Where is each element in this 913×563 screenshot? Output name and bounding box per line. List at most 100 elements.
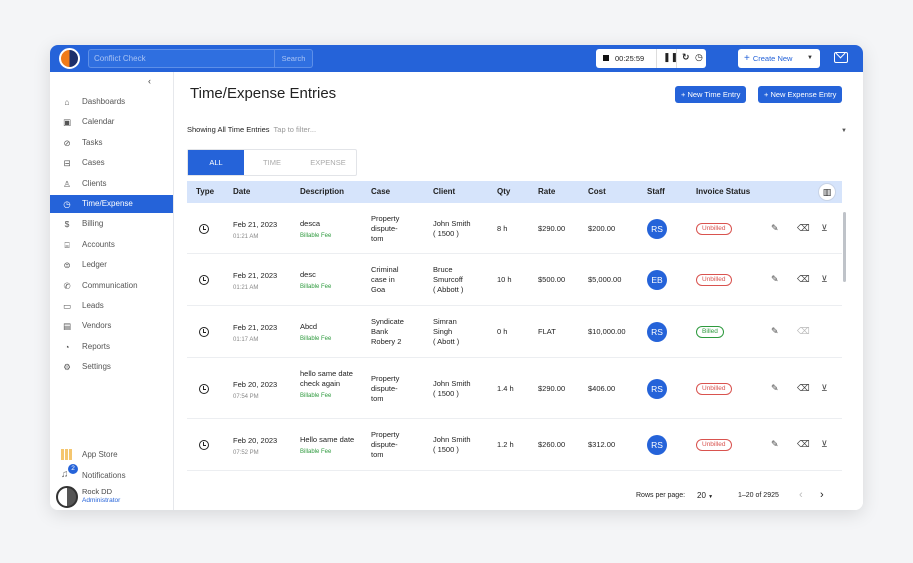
column-header[interactable]: Staff <box>647 181 665 203</box>
status-badge: Unbilled <box>696 274 732 286</box>
sidebar-item-reports[interactable]: ◔ Reports <box>50 338 173 356</box>
sidebar-item-settings[interactable]: ⚙ Settings <box>50 358 173 376</box>
sidebar-item-ledger[interactable]: ⊜ Ledger <box>50 256 173 274</box>
billable-fee-label: Billable Fee <box>300 284 332 290</box>
column-header[interactable]: Client <box>433 181 455 203</box>
entry-cost: $10,000.00 <box>588 327 626 336</box>
entry-rate: FLAT <box>538 327 556 336</box>
entry-client[interactable]: John Smith( 1500 ) <box>433 219 471 239</box>
user-profile[interactable]: Rock DD Administrator <box>50 486 173 508</box>
entry-client[interactable]: Simran Singh( Abott ) <box>433 317 459 347</box>
entry-client[interactable]: John Smith( 1500 ) <box>433 379 471 399</box>
collapse-sidebar-icon[interactable]: ‹ <box>148 76 151 86</box>
rows-per-page-value: 20 <box>697 491 706 500</box>
sidebar-item-communication[interactable]: ✆ Communication <box>50 277 173 295</box>
delete-icon[interactable]: ⌫ <box>797 274 810 285</box>
sidebar-item-tasks[interactable]: ⊘ Tasks <box>50 134 173 152</box>
edit-icon[interactable]: ✎ <box>771 383 779 394</box>
timer-value: 00:25:59 <box>615 54 645 63</box>
table-header: Type Date Description Case Client Qty Ra… <box>187 181 842 203</box>
tab-all[interactable]: ALL <box>188 150 244 175</box>
check-circle-icon: ⊘ <box>63 137 71 148</box>
sidebar-item-vendors[interactable]: ▤ Vendors <box>50 317 173 335</box>
new-expense-entry-button[interactable]: + New Expense Entry <box>758 86 843 103</box>
sidebar-item-label: Vendors <box>82 321 112 331</box>
column-header[interactable]: Qty <box>497 181 510 203</box>
sidebar-item-billing[interactable]: $ Billing <box>50 215 173 233</box>
sidebar-item-accounts[interactable]: ⌸ Accounts <box>50 236 173 254</box>
column-header[interactable]: Invoice Status <box>696 181 750 203</box>
table-row[interactable]: Feb 21, 2023 01:21 AM desc Billable Fee Crim… <box>187 254 842 306</box>
entry-case[interactable]: Property dispute-tom <box>371 374 399 404</box>
entry-client[interactable]: John Smith( 1500 ) <box>433 435 471 455</box>
clock-icon[interactable]: ◷ <box>695 52 703 63</box>
sidebar-item-cases[interactable]: ⊟ Cases <box>50 154 173 172</box>
create-new-label: Create New <box>752 54 793 63</box>
reset-icon[interactable]: ↻ <box>682 52 690 63</box>
create-new-button[interactable]: + Create New ▼ <box>738 49 820 68</box>
entry-case[interactable]: Property dispute-tom <box>371 430 399 460</box>
invoice-icon[interactable]: ⊻ <box>821 383 828 394</box>
table-row[interactable]: Feb 21, 2023 01:21 AM desca Billable Fee Pro… <box>187 203 842 254</box>
entry-case[interactable]: Criminal case in Goa <box>371 265 399 295</box>
delete-icon[interactable]: ⌫ <box>797 439 810 450</box>
sidebar-item-time-expense[interactable]: ◷ Time/Expense <box>50 195 173 213</box>
conflict-check-input[interactable]: Conflict Check <box>88 49 275 68</box>
edit-icon[interactable]: ✎ <box>771 439 779 450</box>
filter-input[interactable]: Tap to filter... <box>274 125 317 134</box>
column-header[interactable]: Date <box>233 181 250 203</box>
column-header[interactable]: Cost <box>588 181 606 203</box>
sidebar-item-clients[interactable]: ♙ Clients <box>50 175 173 193</box>
app-logo[interactable] <box>59 48 80 69</box>
cell-line: Robery 2 <box>371 337 402 346</box>
caret-down-icon[interactable]: ▼ <box>841 128 847 134</box>
entry-qty: 0 h <box>497 327 508 336</box>
delete-icon[interactable]: ⌫ <box>797 223 810 234</box>
scrollbar[interactable] <box>843 212 846 282</box>
entry-date: Feb 20, 2023 07:52 PM <box>233 436 277 458</box>
rows-per-page-select[interactable]: 20 ▼ <box>697 491 713 500</box>
notifications-link[interactable]: ♫ 2 Notifications <box>50 464 173 482</box>
chevron-left-icon[interactable]: ‹ <box>799 489 803 501</box>
entry-case[interactable]: Property dispute-tom <box>371 214 399 244</box>
entry-rate: $500.00 <box>538 275 566 284</box>
tab-time[interactable]: TIME <box>244 150 300 175</box>
column-header[interactable]: Case <box>371 181 390 203</box>
entry-description: desca Billable Fee <box>300 219 360 241</box>
table-row[interactable]: Feb 20, 2023 07:52 PM Hello same date Billa… <box>187 419 842 471</box>
entry-case[interactable]: Syndicate Bank Robery 2 <box>371 317 404 347</box>
columns-icon[interactable]: ▥ <box>818 183 836 201</box>
stop-icon[interactable] <box>603 55 609 61</box>
invoice-icon[interactable]: ⊻ <box>821 439 828 450</box>
tab-expense[interactable]: EXPENSE <box>300 150 356 175</box>
column-header[interactable]: Rate <box>538 181 555 203</box>
column-header[interactable]: Description <box>300 181 344 203</box>
column-header[interactable]: Type <box>196 181 214 203</box>
invoice-icon[interactable]: ⊻ <box>821 223 828 234</box>
sidebar-item-calendar[interactable]: ▣ Calendar <box>50 113 173 131</box>
sidebar-item-dashboards[interactable]: ⌂ Dashboards <box>50 93 173 111</box>
sidebar-item-leads[interactable]: ▭ Leads <box>50 297 173 315</box>
entry-description: desc Billable Fee <box>300 270 360 292</box>
table-row[interactable]: Feb 21, 2023 01:17 AM Abcd Billable Fee Synd… <box>187 306 842 358</box>
cell-line: ( 1500 ) <box>433 445 459 454</box>
chevron-right-icon[interactable]: › <box>820 489 824 501</box>
mail-icon[interactable] <box>834 52 848 63</box>
timer-widget: 00:25:59 ❚❚ ↻ ◷ <box>596 49 706 68</box>
new-time-entry-button[interactable]: + New Time Entry <box>675 86 747 103</box>
search-button[interactable]: Search <box>275 49 313 68</box>
table-row[interactable]: Feb 20, 2023 07:54 PM hello same date chec… <box>187 358 842 419</box>
edit-icon[interactable]: ✎ <box>771 223 779 234</box>
app-store-link[interactable]: App Store <box>50 447 173 461</box>
status-badge: Unbilled <box>696 382 732 395</box>
invoice-icon[interactable]: ⊻ <box>821 274 828 285</box>
dollar-icon: $ <box>64 219 70 230</box>
edit-icon[interactable]: ✎ <box>771 274 779 285</box>
delete-icon[interactable]: ⌫ <box>797 383 810 394</box>
entry-client[interactable]: Bruce Smurcoff( Abbott ) <box>433 265 463 295</box>
sidebar-item-label: Tasks <box>82 137 103 147</box>
filter-bar[interactable]: Showing All Time Entries Tap to filter... <box>187 125 316 134</box>
user-role: Administrator <box>82 497 121 504</box>
edit-icon[interactable]: ✎ <box>771 326 779 337</box>
table-row[interactable] <box>187 471 842 483</box>
